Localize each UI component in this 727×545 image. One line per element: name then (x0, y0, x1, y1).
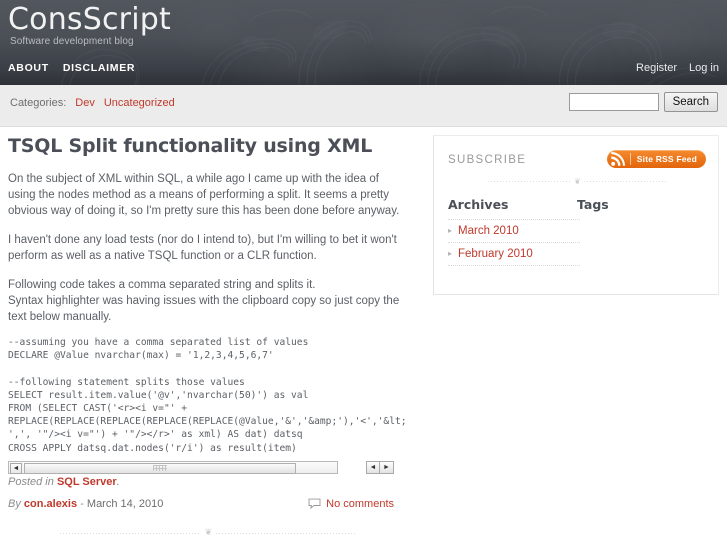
rss-button-label: Site RSS Feed (636, 154, 697, 164)
sidebar-ornament-icon: ❦ (571, 176, 583, 186)
post-byline: By con.alexis - March 14, 2010 (8, 498, 163, 510)
scrollbar-grip-icon (153, 465, 167, 472)
archive-link-february-2010[interactable]: February 2010 (458, 248, 533, 260)
widget-archives: Archives ▸ March 2010 ▸ February 2010 (448, 197, 580, 266)
posted-in-category-link[interactable]: SQL Server (57, 476, 117, 488)
date-separator: - (80, 497, 84, 510)
scroll-right-arrow-icon[interactable]: ► (380, 460, 394, 474)
login-link[interactable]: Log in (689, 62, 719, 74)
nav-item-about[interactable]: ABOUT (8, 62, 49, 74)
post-paragraph-3: Following code takes a comma separated s… (8, 279, 400, 323)
list-item[interactable]: ▸ February 2010 (448, 242, 580, 266)
meta-nav: Register Log in (636, 62, 719, 74)
comment-bubble-icon (308, 498, 321, 510)
post-footer: By con.alexis - March 14, 2010 No commen… (8, 498, 408, 516)
category-link-uncategorized[interactable]: Uncategorized (104, 97, 175, 109)
widget-title-archives: Archives (448, 197, 509, 212)
post-paragraph-2: I haven't done any load tests (nor do I … (8, 234, 397, 262)
comments-label: No comments (326, 497, 394, 510)
rss-icon (610, 151, 625, 166)
site-title[interactable]: ConsScript (8, 2, 171, 37)
search-button[interactable]: Search (663, 92, 718, 112)
post-tsql-split: TSQL Split functionality using XML On th… (8, 135, 408, 516)
posted-in-suffix: . (116, 475, 120, 488)
code-horizontal-scrollbar[interactable]: ◄ ◄ ► (8, 460, 394, 474)
main-nav: ABOUT DISCLAIMER (8, 62, 135, 74)
category-list: Categories: Dev Uncategorized (10, 97, 175, 109)
post-title[interactable]: TSQL Split functionality using XML (8, 135, 408, 157)
post-paragraph-1: On the subject of XML within SQL, a whil… (8, 173, 400, 217)
subscribe-label: SUBSCRIBE (448, 154, 527, 166)
list-item[interactable]: ▸ March 2010 (448, 219, 580, 242)
subscribe-row: SUBSCRIBE Site RSS Feed (448, 150, 706, 174)
chevron-right-icon: ▸ (448, 226, 453, 235)
site-tagline: Software development blog (10, 36, 134, 47)
ornament-icon: ❦ (200, 527, 216, 539)
sidebar-widgets: Archives ▸ March 2010 ▸ February 2010 Ta… (448, 197, 706, 266)
site-header: ConsScript Software development blog ABO… (0, 0, 727, 85)
rss-button-separator (629, 153, 631, 165)
post-divider: ❦ (8, 526, 408, 540)
scroll-left-arrow-icon-2[interactable]: ◄ (366, 460, 380, 474)
scrollbar-track[interactable]: ◄ (8, 460, 338, 474)
content-column: TSQL Split functionality using XML On th… (8, 135, 408, 545)
nav-item-disclaimer[interactable]: DISCLAIMER (63, 62, 135, 74)
site-rss-feed-button[interactable]: Site RSS Feed (606, 150, 706, 168)
chevron-right-icon: ▸ (448, 249, 453, 258)
posted-in: Posted in SQL Server. (8, 476, 408, 488)
search-input[interactable] (568, 93, 659, 111)
scrollbar-thumb[interactable] (24, 462, 296, 474)
comments-link[interactable]: No comments (308, 498, 394, 510)
sidebar-divider: ❦ (448, 175, 706, 187)
category-link-dev[interactable]: Dev (75, 97, 95, 109)
widget-title-tags: Tags (577, 197, 609, 212)
sidebar: SUBSCRIBE Site RSS Feed ❦ Archives ▸ Mar… (433, 135, 719, 295)
archive-link-march-2010[interactable]: March 2010 (458, 225, 519, 237)
widget-tags: Tags (577, 197, 706, 266)
scroll-left-arrow-icon[interactable]: ◄ (10, 462, 22, 474)
categories-label: Categories: (10, 97, 67, 109)
by-prefix: By (8, 497, 21, 510)
archives-list: ▸ March 2010 ▸ February 2010 (448, 219, 580, 266)
register-link[interactable]: Register (636, 62, 677, 74)
post-date: March 14, 2010 (86, 497, 164, 510)
code-block: --assuming you have a comma separated li… (8, 337, 408, 454)
scrollbar-arrow-pair[interactable]: ◄ ► (366, 460, 394, 474)
post-author[interactable]: con.alexis (24, 498, 77, 510)
search-form: Search (568, 92, 718, 112)
posted-in-prefix: Posted in (8, 475, 54, 488)
